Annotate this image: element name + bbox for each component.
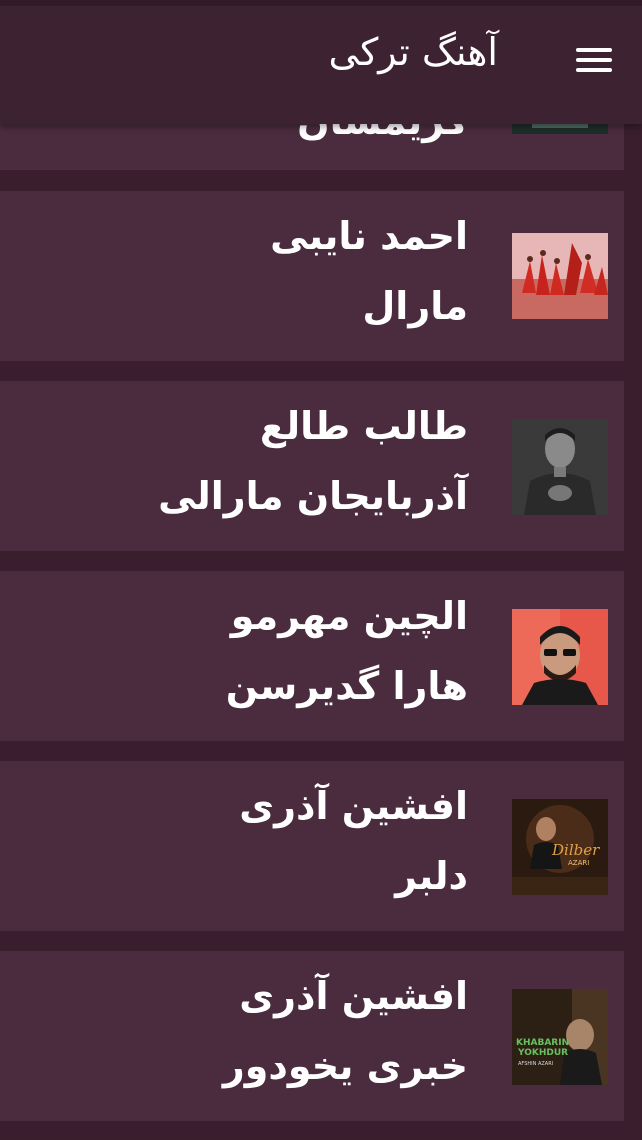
song-card[interactable]: احمد نایبی مارال (0, 191, 624, 361)
artist-name: افشین آذری (239, 974, 468, 1018)
artist-name: طالب طالع (259, 404, 468, 448)
cover-title-text: KHABARIN (516, 1038, 569, 1048)
song-title: دلبر (395, 854, 468, 898)
cover-thumbnail (512, 609, 608, 705)
song-texts: طالب طالع آذربایجان مارالی (158, 403, 468, 519)
song-card[interactable]: افشین آذری دلبر Dilber AZARI (0, 761, 624, 931)
cover-subtitle-text: YOKHDUR (517, 1048, 568, 1058)
song-card[interactable]: الچین مهرمو هارا گدیرسن (0, 571, 624, 741)
app-screen: گریمسان احمد نایبی مارال (0, 0, 642, 1140)
cover-artist-text: AFSHIN AZARI (518, 1061, 553, 1067)
cover-thumbnail: Dilber AZARI (512, 799, 608, 895)
song-title: مارال (362, 284, 468, 328)
song-texts: الچین مهرمو هارا گدیرسن (226, 593, 468, 709)
song-texts: افشین آذری خبری یخودور (223, 973, 468, 1089)
app-bar: آهنگ ترکی (0, 0, 642, 124)
cover-thumbnail (512, 233, 608, 329)
song-title: خبری یخودور (222, 1044, 468, 1088)
page-title: آهنگ ترکی (328, 30, 498, 74)
cover-thumbnail: KHABARIN YOKHDUR AFSHIN AZARI (512, 989, 608, 1085)
song-title: هارا گدیرسن (225, 664, 468, 708)
cover-thumbnail (512, 419, 608, 515)
cover-title-text: Dilber (551, 841, 600, 859)
hamburger-menu-icon[interactable] (570, 40, 616, 80)
artist-name: الچین مهرمو (230, 594, 468, 638)
artist-name: افشین آذری (239, 784, 468, 828)
song-card[interactable]: افشین آذری خبری یخودور KHABARIN YOKHDUR … (0, 951, 624, 1121)
song-texts: احمد نایبی مارال (270, 213, 468, 329)
artist-name: احمد نایبی (270, 214, 468, 258)
song-title: آذربایجان مارالی (158, 474, 468, 518)
song-card[interactable]: طالب طالع آذربایجان مارالی (0, 381, 624, 551)
cover-artist-text: AZARI (568, 859, 589, 867)
status-strip (0, 0, 642, 6)
song-texts: افشین آذری دلبر (239, 783, 468, 899)
